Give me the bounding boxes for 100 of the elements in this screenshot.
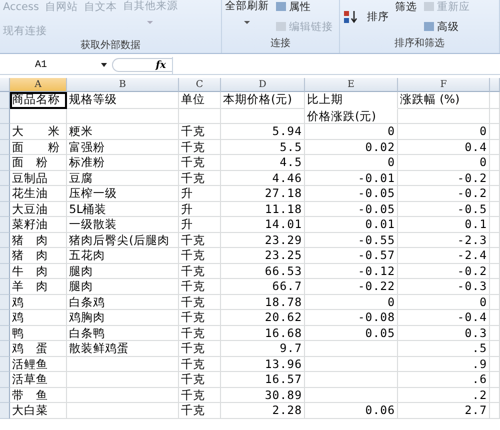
table-cell: 千克 bbox=[179, 124, 221, 140]
sort-button[interactable]: 排序 bbox=[367, 9, 389, 24]
row-header[interactable] bbox=[0, 186, 10, 202]
column-header[interactable]: A bbox=[10, 78, 67, 92]
table-cell: 千克 bbox=[179, 264, 221, 279]
table-cell: 千克 bbox=[179, 372, 221, 388]
table-cell: -0.2 bbox=[398, 186, 490, 202]
row-header[interactable] bbox=[0, 341, 10, 356]
table-cell: 豆制品 bbox=[10, 170, 67, 186]
empty-cell bbox=[490, 326, 500, 341]
group-label: 获取外部数据 bbox=[80, 38, 142, 53]
table-cell: 猪 肉 bbox=[10, 248, 67, 264]
row-header[interactable] bbox=[0, 310, 10, 326]
row-header[interactable] bbox=[0, 109, 10, 124]
empty-cell bbox=[490, 170, 500, 186]
name-box[interactable]: A1 bbox=[0, 56, 112, 74]
empty-cell bbox=[490, 356, 500, 372]
table-cell: 2.7 bbox=[398, 403, 490, 418]
empty-cell bbox=[490, 310, 500, 326]
function-button[interactable]: fx bbox=[156, 60, 166, 70]
ribbon-button[interactable]: 高级 bbox=[423, 19, 470, 34]
empty-cell bbox=[490, 341, 500, 356]
select-all-corner[interactable] bbox=[0, 78, 10, 92]
table-cell: 价格涨跌(元) bbox=[305, 109, 398, 124]
table-cell: 13.96 bbox=[221, 356, 305, 372]
row-header[interactable] bbox=[0, 279, 10, 294]
row-header[interactable] bbox=[0, 294, 10, 310]
square-icon bbox=[275, 21, 287, 32]
ribbon-menu-button[interactable]: 全部刷新 bbox=[225, 0, 269, 34]
table-cell: -0.22 bbox=[305, 279, 398, 294]
table-cell: 4.5 bbox=[221, 155, 305, 170]
table-cell: 11.18 bbox=[221, 202, 305, 217]
table-cell: 66.53 bbox=[221, 264, 305, 279]
row-header[interactable] bbox=[0, 388, 10, 403]
table-cell: 活鲤鱼 bbox=[10, 356, 67, 372]
table-cell: 鸡 bbox=[10, 294, 67, 310]
table-cell: 0.01 bbox=[305, 217, 398, 232]
table-cell: .6 bbox=[398, 372, 490, 388]
ribbon-button[interactable]: 筛选 bbox=[395, 0, 417, 14]
table-cell: 千克 bbox=[179, 248, 221, 264]
square-icon bbox=[275, 1, 287, 12]
row-header[interactable] bbox=[0, 92, 10, 109]
row-header[interactable] bbox=[0, 170, 10, 186]
table-cell: 千克 bbox=[179, 403, 221, 418]
empty-cell bbox=[490, 124, 500, 140]
column-header[interactable]: E bbox=[305, 78, 398, 92]
table-cell: 腿肉 bbox=[67, 264, 179, 279]
row-header[interactable] bbox=[0, 124, 10, 140]
row-header[interactable] bbox=[0, 372, 10, 388]
column-header[interactable]: D bbox=[221, 78, 305, 92]
empty-cell bbox=[490, 403, 500, 418]
table-cell: 比上期 bbox=[305, 92, 398, 109]
table-cell: 千克 bbox=[179, 279, 221, 294]
row-header[interactable] bbox=[0, 217, 10, 232]
row-header[interactable] bbox=[0, 403, 10, 418]
table-cell: 0.1 bbox=[398, 217, 490, 232]
row-header[interactable] bbox=[0, 326, 10, 341]
column-header[interactable]: F bbox=[398, 78, 490, 92]
empty-cell bbox=[490, 279, 500, 294]
column-header[interactable]: B bbox=[67, 78, 179, 92]
row-header[interactable] bbox=[0, 264, 10, 279]
table-cell: 20.62 bbox=[221, 310, 305, 326]
ribbon-button[interactable]: 属性 bbox=[275, 0, 333, 14]
table-cell: 23.25 bbox=[221, 248, 305, 264]
row-header[interactable] bbox=[0, 202, 10, 217]
table-cell: 千克 bbox=[179, 326, 221, 341]
table-cell: 白条鸭 bbox=[67, 326, 179, 341]
row-header[interactable] bbox=[0, 155, 10, 170]
table-cell: 升 bbox=[179, 186, 221, 202]
row-header[interactable] bbox=[0, 140, 10, 155]
table-cell: 带 鱼 bbox=[10, 388, 67, 403]
table-cell: 5.94 bbox=[221, 124, 305, 140]
table-cell: 0 bbox=[398, 124, 490, 140]
table-cell: 2.28 bbox=[221, 403, 305, 418]
empty-cell bbox=[490, 186, 500, 202]
table-cell: 千克 bbox=[179, 356, 221, 372]
table-cell: 0 bbox=[305, 294, 398, 310]
table-cell: 面 粉 bbox=[10, 155, 67, 170]
column-header[interactable]: C bbox=[179, 78, 221, 92]
table-cell: 本期价格(元) bbox=[221, 92, 305, 109]
table-cell: 4.46 bbox=[221, 170, 305, 186]
table-cell: 花生油 bbox=[10, 186, 67, 202]
row-header[interactable] bbox=[0, 232, 10, 248]
table-cell: 菜籽油 bbox=[10, 217, 67, 232]
table-cell: -0.4 bbox=[398, 310, 490, 326]
column-header[interactable] bbox=[490, 78, 500, 92]
table-cell: 0 bbox=[398, 155, 490, 170]
table-cell: 牛 肉 bbox=[10, 264, 67, 279]
table-cell: -2.4 bbox=[398, 248, 490, 264]
table-cell: 0 bbox=[305, 155, 398, 170]
empty-cell bbox=[490, 372, 500, 388]
table-cell: 羊 肉 bbox=[10, 279, 67, 294]
table-cell: -0.57 bbox=[305, 248, 398, 264]
row-header[interactable] bbox=[0, 248, 10, 264]
sort-icon[interactable] bbox=[343, 10, 359, 24]
table-cell: 涨跌幅 (%) bbox=[398, 92, 490, 109]
row-header[interactable] bbox=[0, 356, 10, 372]
table-cell: 0 bbox=[305, 124, 398, 140]
table-cell: 千克 bbox=[179, 170, 221, 186]
table-cell: 鸡胸肉 bbox=[67, 310, 179, 326]
